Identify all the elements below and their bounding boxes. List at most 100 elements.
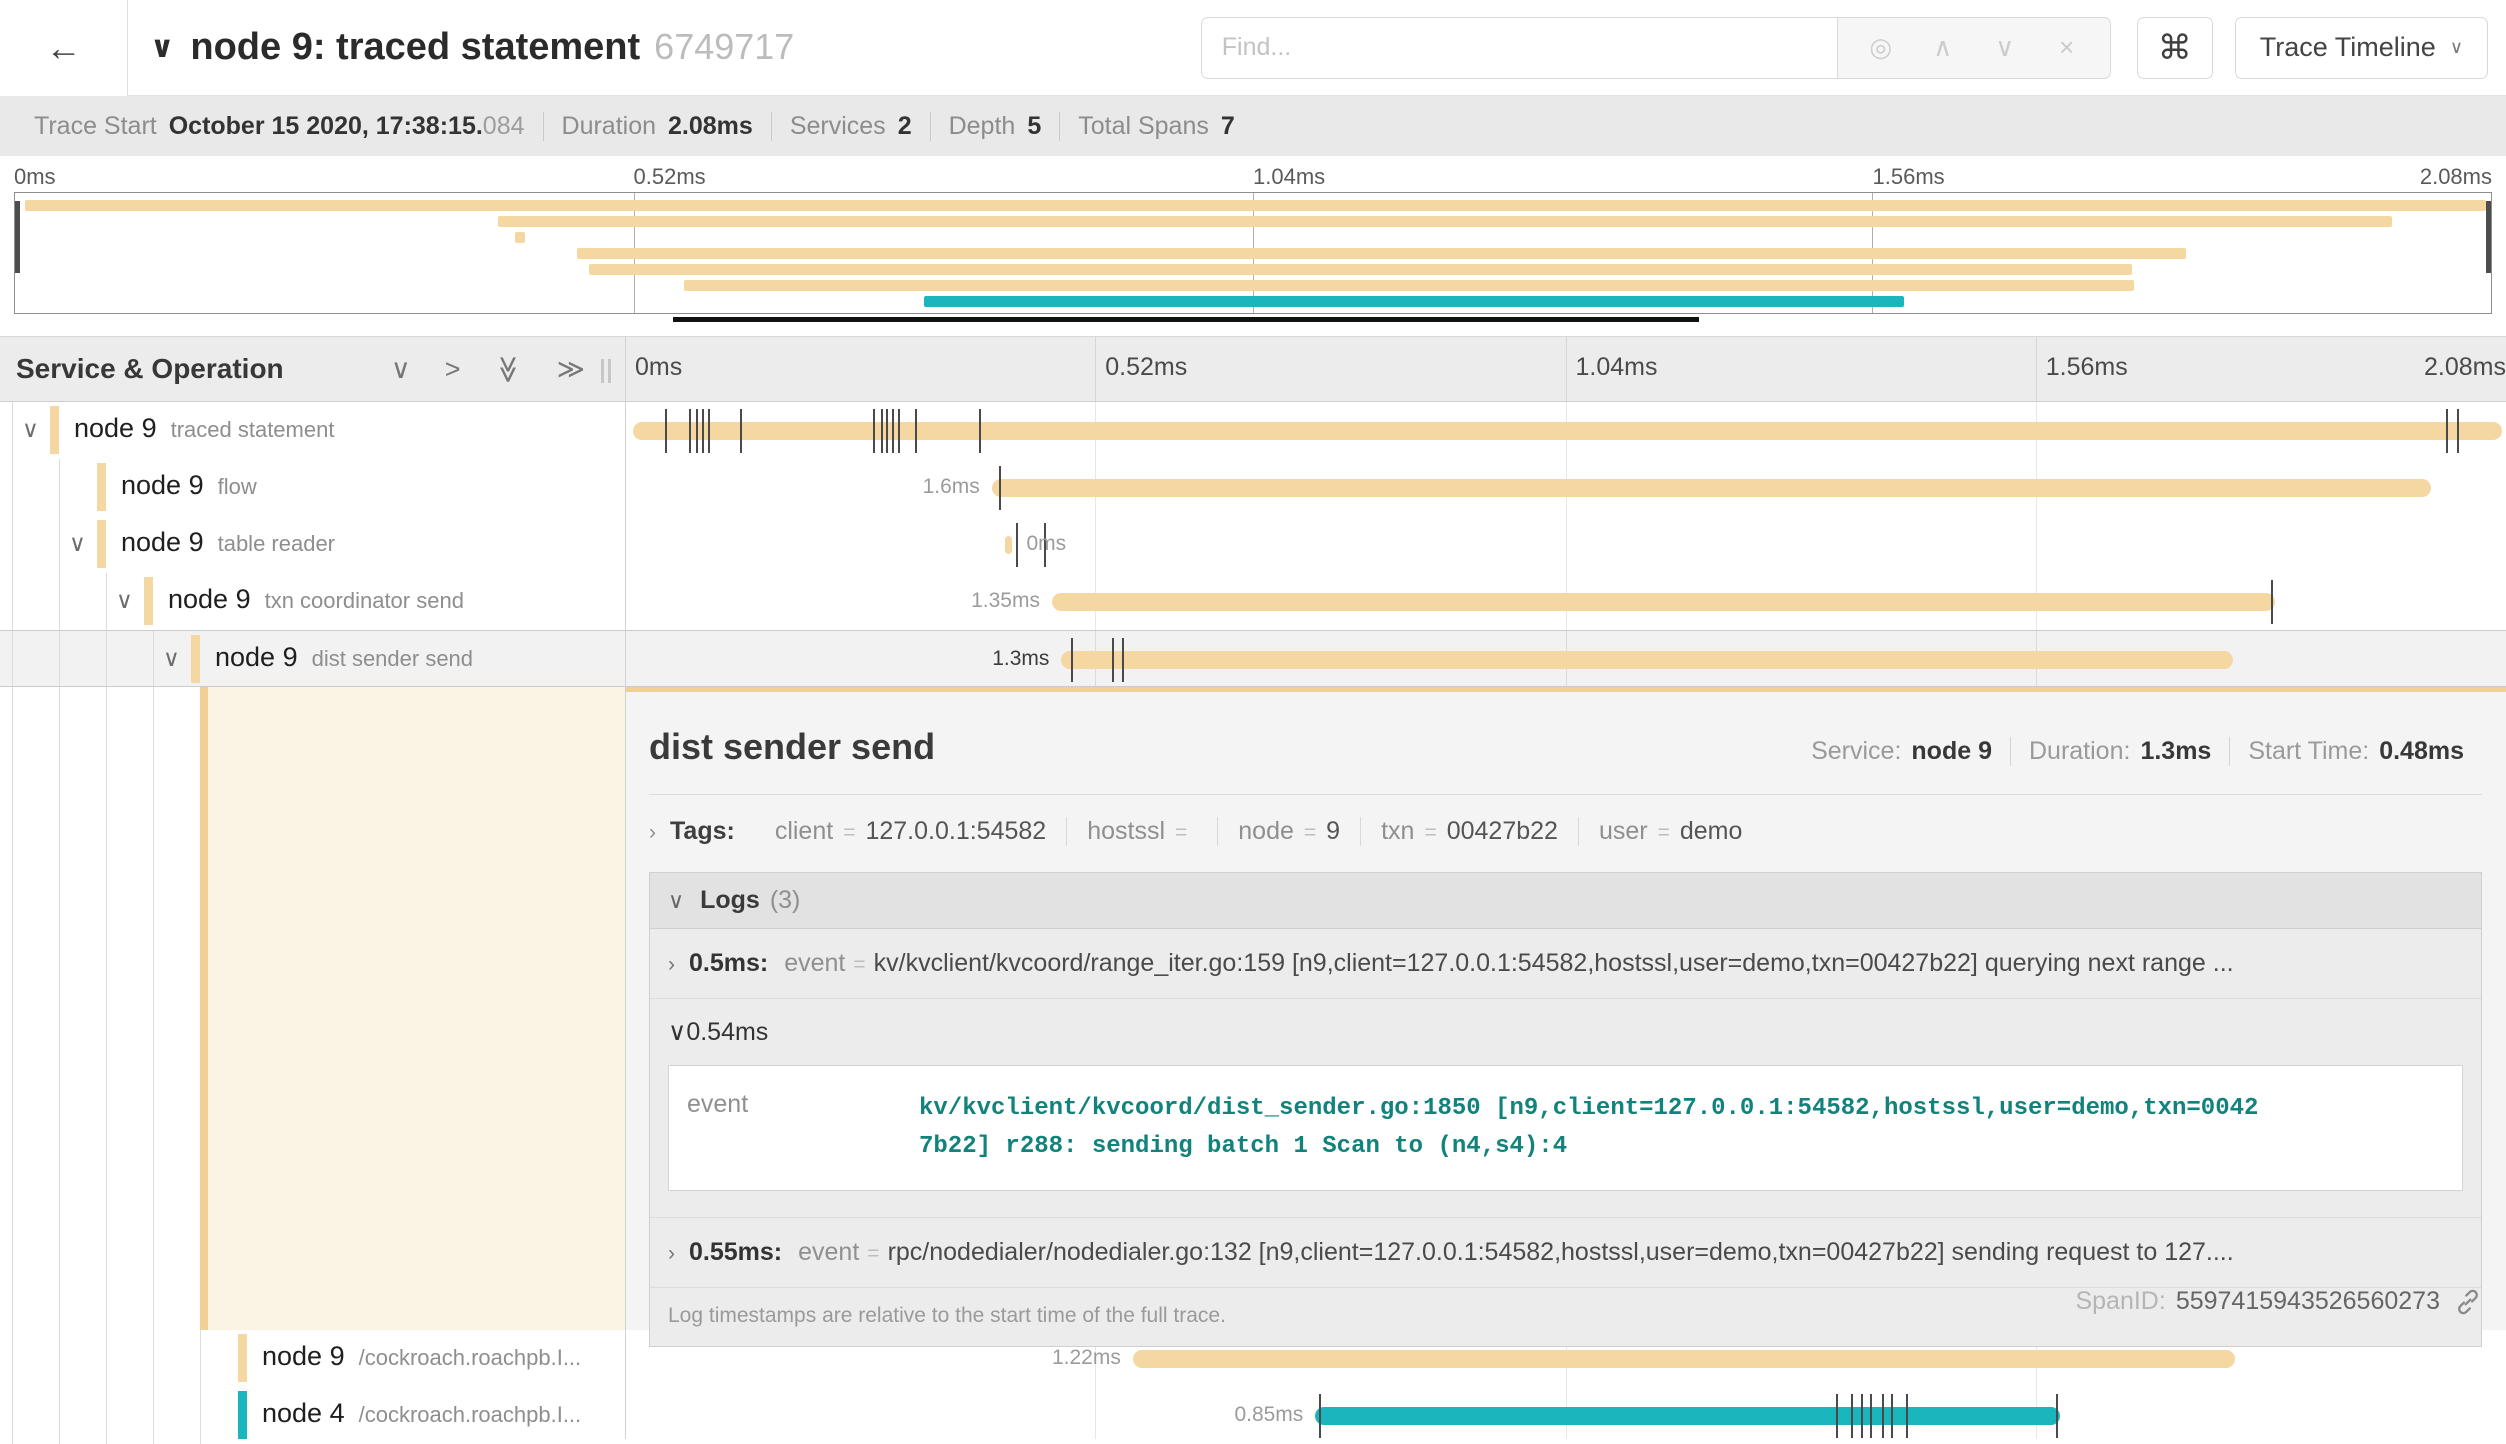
span-operation-name: /cockroach.roachpb.I... [359, 1345, 582, 1370]
next-match-icon[interactable]: ∨ [1974, 32, 2036, 63]
clear-search-icon[interactable]: × [2036, 32, 2098, 63]
column-resizer-grip[interactable] [597, 359, 611, 383]
span-graph-cell[interactable] [625, 402, 2506, 459]
collapse-one-icon[interactable]: ∨ [391, 356, 411, 383]
stat-item: Trace Start October 15 2020, 17:38:15.08… [16, 112, 543, 141]
column-divider[interactable] [625, 336, 626, 1439]
expander-icon[interactable]: ∨ [163, 645, 180, 673]
collapse-all-icon[interactable]: ≫ [495, 355, 522, 383]
tag-item: node = 9 [1217, 817, 1360, 846]
log-timestamp: 0.54ms [686, 1018, 768, 1047]
span-bar[interactable] [1052, 593, 2275, 611]
log-marker-tick [1071, 638, 1073, 682]
log-marker-tick [1882, 1394, 1884, 1438]
log-entry[interactable]: › 0.5ms: event = kv/kvclient/kvcoord/ran… [650, 929, 2481, 999]
span-bar[interactable] [1005, 536, 1013, 554]
span-row[interactable]: ∨ node 9txn coordinator send 1.35ms [0, 573, 2506, 630]
logs-header[interactable]: ∨ Logs (3) [650, 873, 2481, 929]
tree-indent-guide [106, 1330, 107, 1387]
span-graph-cell[interactable]: 1.6ms [625, 459, 2506, 516]
selected-span-indent-fill [208, 687, 625, 1330]
log-field-value: rpc/nodedialer/nodedialer.go:132 [n9,cli… [888, 1238, 2234, 1267]
minimap-left-handle[interactable] [15, 201, 20, 273]
span-tree-cell[interactable]: ∨ node 9txn coordinator send [0, 573, 625, 630]
back-button[interactable]: ← [0, 0, 128, 96]
span-name-wrap: node 9dist sender send [215, 642, 473, 673]
log-entry[interactable]: › 0.55ms: event = rpc/nodedialer/nodedia… [650, 1218, 2481, 1288]
span-row[interactable]: ∨ node 9table reader 0ms [0, 516, 2506, 573]
tag-equals: = [1175, 821, 1187, 845]
log-marker-tick [979, 409, 981, 453]
span-name-wrap: node 9table reader [121, 527, 335, 558]
trace-minimap: 0ms0.52ms1.04ms1.56ms2.08ms [0, 156, 2506, 334]
detail-meta-value: 1.3ms [2140, 737, 2211, 765]
log-marker-tick [740, 409, 742, 453]
collapse-title-icon[interactable]: ∨ [150, 30, 174, 65]
tree-indent-guide [12, 631, 13, 686]
span-bar[interactable] [992, 479, 2431, 497]
expander-icon[interactable]: ∨ [116, 587, 133, 615]
divider [649, 794, 2482, 795]
tag-item: user = demo [1578, 817, 1762, 846]
trace-title-group: ∨ node 9: traced statement 6749717 [150, 26, 1201, 69]
span-name-wrap: node 9flow [121, 470, 257, 501]
stats-bar: Trace Start October 15 2020, 17:38:15.08… [0, 96, 2506, 156]
match-highlight-icon[interactable]: ◎ [1850, 32, 1912, 63]
log-marker-tick [696, 409, 698, 453]
tag-equals: = [843, 821, 855, 845]
span-duration-label: 1.22ms [1052, 1346, 1121, 1370]
link-icon[interactable] [2454, 1288, 2482, 1316]
expand-one-icon[interactable]: > [445, 356, 461, 383]
span-operation-name: table reader [218, 531, 335, 556]
span-row[interactable]: ∨ node 9traced statement [0, 402, 2506, 459]
minimap-right-handle[interactable] [2486, 201, 2491, 273]
prev-match-icon[interactable]: ∧ [1912, 32, 1974, 63]
expander-icon[interactable]: ∨ [69, 530, 86, 558]
tree-indent-guide [153, 631, 154, 686]
span-bar[interactable] [1061, 651, 2233, 669]
logs-count: (3) [770, 886, 801, 915]
span-graph-cell[interactable]: 0ms [625, 516, 2506, 573]
span-graph-cell[interactable]: 0.85ms [625, 1387, 2506, 1444]
keyboard-shortcuts-button[interactable]: ⌘ [2137, 17, 2213, 79]
minimap-span-bar [589, 264, 2132, 275]
detail-meta-value: node 9 [1911, 737, 1992, 765]
span-tree-cell[interactable]: ∨ node 9dist sender send [0, 631, 625, 686]
span-tree-cell[interactable]: node 9flow [0, 459, 625, 516]
span-graph-cell[interactable]: 1.3ms [625, 631, 2506, 686]
log-marker-tick [665, 409, 667, 453]
span-bar[interactable] [1315, 1407, 2060, 1425]
minimap-canvas[interactable] [14, 192, 2492, 314]
span-tree-cell[interactable]: ∨ node 9traced statement [0, 402, 625, 459]
span-tree-cell[interactable]: node 9/cockroach.roachpb.I... [0, 1330, 625, 1387]
span-tree-cell[interactable]: node 4/cockroach.roachpb.I... [0, 1387, 625, 1444]
minimap-scrubber[interactable] [673, 317, 1699, 322]
span-bar[interactable] [1133, 1350, 2235, 1368]
span-service-name: node 9 [168, 584, 251, 614]
expander-icon[interactable]: ∨ [22, 416, 39, 444]
tags-row[interactable]: › Tags: client = 127.0.0.1:54582 hostssl… [649, 817, 2482, 846]
span-row[interactable]: node 4/cockroach.roachpb.I... 0.85ms [0, 1387, 2506, 1444]
log-marker-tick [1016, 523, 1018, 567]
span-name-wrap: node 9/cockroach.roachpb.I... [262, 1341, 581, 1372]
span-row[interactable]: ∨ node 9dist sender send 1.3ms [0, 630, 2506, 687]
log-field-key: event [798, 1238, 859, 1267]
span-operation-name: dist sender send [312, 646, 473, 671]
log-field-value: kv/kvclient/kvcoord/dist_sender.go:1850 … [919, 1090, 2271, 1166]
log-marker-tick [1112, 638, 1114, 682]
log-marker-tick [1870, 1394, 1872, 1438]
span-tree-cell[interactable]: ∨ node 9table reader [0, 516, 625, 573]
log-entry-header[interactable]: ∨ 0.54ms [668, 1017, 2463, 1047]
span-graph-cell[interactable]: 1.35ms [625, 573, 2506, 630]
find-input[interactable] [1201, 17, 1837, 79]
tree-collapse-controls: ∨ > ≫ ≫ [357, 356, 585, 383]
axis-tick-label: 0ms [14, 164, 56, 190]
detail-meta-value: 0.48ms [2379, 737, 2464, 765]
stat-label: Duration [562, 112, 657, 141]
expand-all-icon[interactable]: ≫ [557, 356, 585, 383]
tag-key: client [775, 817, 833, 846]
span-row[interactable]: node 9flow 1.6ms [0, 459, 2506, 516]
detail-meta-item: Duration:1.3ms [2010, 737, 2229, 766]
span-bar[interactable] [633, 422, 2503, 440]
view-dropdown-button[interactable]: Trace Timeline ∨ [2235, 17, 2488, 79]
